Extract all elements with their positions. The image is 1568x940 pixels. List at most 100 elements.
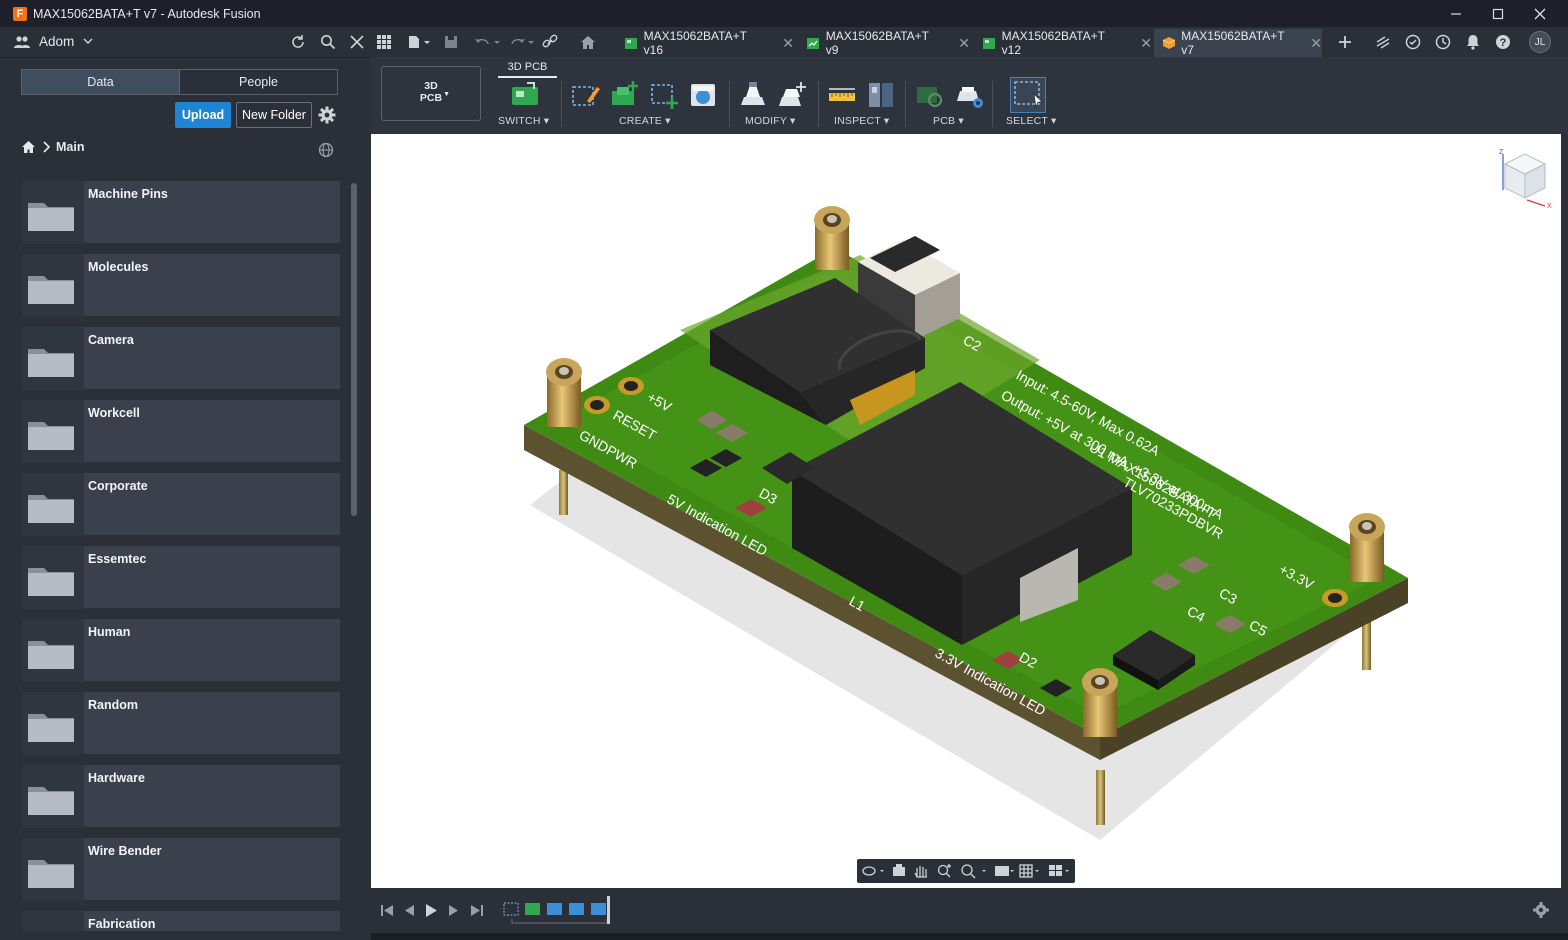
separator	[992, 81, 993, 127]
timeline-settings-icon	[1533, 902, 1549, 918]
help-icon[interactable]: ?	[1493, 33, 1513, 51]
close-icon[interactable]: ✕	[958, 35, 970, 52]
folder-item[interactable]: Essemtec	[22, 546, 340, 609]
go-to-start-icon	[381, 905, 393, 916]
job-status-icon[interactable]	[1433, 33, 1453, 51]
group-create[interactable]: CREATE ▾	[619, 115, 671, 127]
workspace-switcher-button[interactable]: 3D PCB ▼	[381, 66, 481, 121]
go-to-end-icon	[471, 905, 483, 916]
apps-grid-icon[interactable]	[374, 33, 394, 51]
folder-icon	[22, 911, 84, 931]
gear-icon[interactable]	[318, 106, 336, 129]
move-component-icon[interactable]	[776, 79, 808, 111]
scrollbar[interactable]	[351, 183, 357, 516]
pad-hole	[1328, 593, 1342, 603]
create-region-icon[interactable]	[648, 79, 680, 111]
save-icon[interactable]	[441, 33, 461, 51]
switch-to-pcb-icon[interactable]	[509, 79, 541, 111]
close-icon[interactable]: ✕	[1310, 35, 1322, 52]
new-folder-button[interactable]: New Folder	[236, 102, 312, 128]
look-at-icon	[893, 864, 905, 876]
file-menu-icon[interactable]	[406, 33, 432, 51]
globe-icon[interactable]	[318, 142, 334, 163]
link-icon[interactable]	[540, 33, 560, 51]
team-switcher[interactable]: Adom	[14, 34, 93, 49]
group-modify[interactable]: MODIFY ▾	[745, 115, 795, 127]
tab-people[interactable]: People	[180, 70, 337, 94]
svg-text:Z: Z	[1499, 149, 1504, 156]
tab-document-4[interactable]: MAX15062BATA+T v7 ✕	[1154, 29, 1322, 57]
folder-item[interactable]: Workcell	[22, 400, 340, 463]
avatar[interactable]: JL	[1529, 31, 1551, 53]
folder-list: Machine Pins Molecules Camera Workcell Corpo…	[22, 181, 340, 931]
standoff	[1082, 668, 1118, 737]
folder-item[interactable]: Molecules	[22, 254, 340, 317]
breadcrumb-current[interactable]: Main	[56, 140, 84, 154]
search-icon[interactable]	[318, 33, 338, 51]
group-switch[interactable]: SWITCH ▾	[498, 115, 549, 127]
tab-label: MAX15062BATA+T v16	[643, 29, 747, 57]
tab-data[interactable]: Data	[22, 70, 180, 94]
3d-viewport[interactable]: Input: 4.5-60V, Max 0.62A Output: +5V at…	[371, 134, 1561, 888]
close-icon[interactable]: ✕	[782, 35, 794, 52]
close-panel-icon[interactable]	[347, 33, 367, 51]
home-icon[interactable]	[578, 33, 598, 51]
team-name: Adom	[39, 34, 75, 49]
team-icon	[14, 35, 30, 48]
maximize-button[interactable]	[1476, 0, 1520, 27]
sketch-board-icon[interactable]	[570, 79, 602, 111]
chevron-down-icon	[83, 38, 93, 44]
tab-document-3[interactable]: MAX15062BATA+T v12 ✕	[974, 29, 1152, 57]
select-icon[interactable]	[1010, 77, 1046, 113]
folder-name: Corporate	[88, 479, 148, 493]
group-select[interactable]: SELECT ▾	[1006, 115, 1056, 127]
application-bar: Adom MAX15062BATA+T v16 ✕ MAX15062BATA+T …	[0, 27, 1568, 57]
upload-button[interactable]: Upload	[175, 102, 231, 128]
folder-item[interactable]: Camera	[22, 327, 340, 390]
refresh-icon[interactable]	[288, 33, 308, 51]
home-icon[interactable]	[21, 140, 36, 154]
close-icon[interactable]: ✕	[1140, 35, 1152, 52]
pcb-settings-icon[interactable]	[954, 79, 986, 111]
folder-icon	[22, 327, 84, 390]
pcb-3d-render[interactable]: Input: 4.5-60V, Max 0.62A Output: +5V at…	[371, 134, 1561, 888]
undo-icon[interactable]	[472, 33, 502, 51]
minimize-button[interactable]	[1434, 0, 1478, 27]
workspace-label: PCB	[419, 92, 443, 104]
view-cube[interactable]: ZX	[1497, 146, 1553, 215]
pcb-link-icon[interactable]	[914, 79, 946, 111]
window-bottom-border	[371, 933, 1568, 940]
measure-icon[interactable]	[826, 79, 858, 111]
close-window-button[interactable]	[1518, 0, 1562, 27]
folder-icon	[22, 765, 84, 828]
notifications-icon[interactable]	[1463, 33, 1483, 51]
folder-name: Workcell	[88, 406, 140, 420]
folder-item[interactable]: Machine Pins	[22, 181, 340, 244]
tab-document-2[interactable]: MAX15062BATA+T v9 ✕	[798, 29, 970, 57]
new-tab-icon[interactable]	[1335, 33, 1355, 51]
create-3d-model-icon[interactable]	[687, 79, 719, 111]
section-analysis-icon[interactable]	[865, 79, 897, 111]
viewports-icon	[1049, 865, 1069, 876]
tab-document-1[interactable]: MAX15062BATA+T v16 ✕	[616, 29, 794, 57]
folder-item[interactable]: Corporate	[22, 473, 340, 536]
create-component-icon[interactable]	[609, 79, 641, 111]
folder-item[interactable]: Fabrication	[22, 911, 340, 931]
folder-item[interactable]: Wire Bender	[22, 838, 340, 901]
online-status-icon[interactable]	[1403, 33, 1423, 51]
folder-name: Camera	[88, 333, 134, 347]
folder-item[interactable]: Random	[22, 692, 340, 755]
redo-icon[interactable]	[506, 33, 536, 51]
tab-3d-pcb[interactable]: 3D PCB	[498, 58, 557, 78]
folder-item[interactable]: Hardware	[22, 765, 340, 828]
dropdown-caret-icon: ▼	[443, 91, 450, 98]
group-inspect[interactable]: INSPECT ▾	[834, 115, 889, 127]
folder-name: Hardware	[88, 771, 145, 785]
group-pcb[interactable]: PCB ▾	[933, 115, 964, 127]
folder-item[interactable]: Human	[22, 619, 340, 682]
folder-name: Machine Pins	[88, 187, 168, 201]
modify-component-icon[interactable]	[737, 79, 769, 111]
timeline-marker	[607, 896, 610, 924]
separator	[905, 81, 906, 127]
extensions-icon[interactable]	[1373, 33, 1393, 51]
